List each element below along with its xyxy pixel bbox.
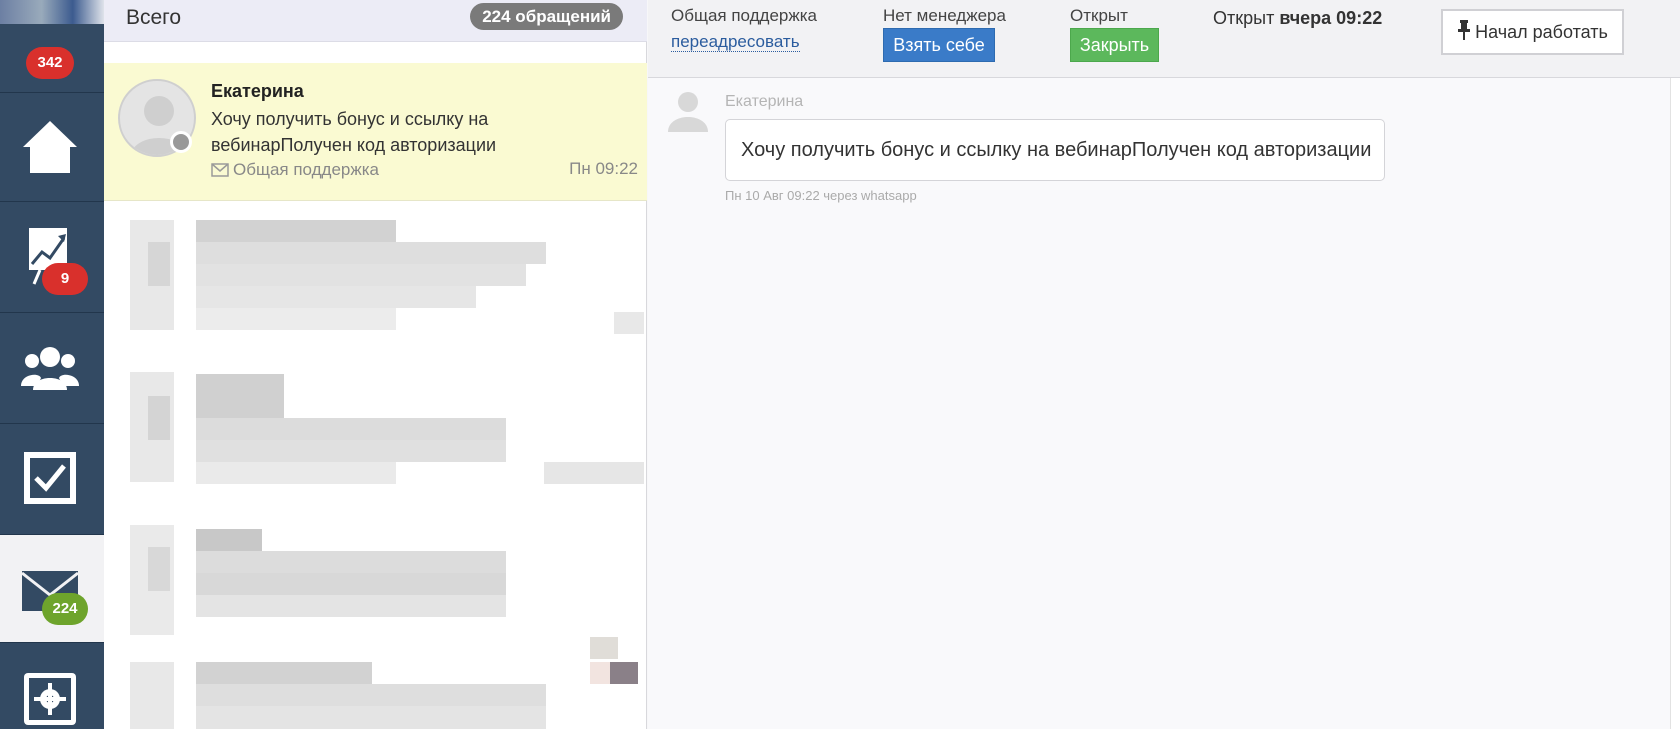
conversation-list-panel: Всего 224 обращений Екатерина Хочу получ… xyxy=(104,0,647,729)
opened-prefix: Открыт xyxy=(1213,8,1275,28)
nav-analytics[interactable] xyxy=(0,202,104,312)
offline-status-dot xyxy=(170,131,192,153)
conversation-item-redacted[interactable] xyxy=(104,652,647,729)
close-conversation-button[interactable]: Закрыть xyxy=(1070,28,1159,62)
redirect-link[interactable]: переадресовать xyxy=(671,32,800,52)
message-author: Екатерина xyxy=(725,93,804,110)
conversation-toolbar: Общая поддержка переадресовать Нет менед… xyxy=(648,0,1680,78)
message-bubble: Хочу получить бонус и ссылку на вебинарП… xyxy=(725,119,1385,181)
start-work-label: Начал работать xyxy=(1475,22,1608,42)
department-label: Общая поддержка xyxy=(671,6,818,25)
nav-inbox[interactable] xyxy=(0,535,104,642)
opened-timestamp: вчера 09:22 xyxy=(1279,8,1383,28)
nav-home[interactable] xyxy=(0,93,104,201)
list-title: Всего xyxy=(126,6,182,29)
conversation-preview: Хочу получить бонус и ссылку на вебинарП… xyxy=(211,109,497,155)
users-icon xyxy=(21,347,79,390)
tasks-icon xyxy=(24,452,76,504)
conversation-detail-panel: Общая поддержка переадресовать Нет менед… xyxy=(648,0,1680,729)
settings-icon xyxy=(24,673,76,725)
pin-icon xyxy=(1458,20,1471,40)
user-avatar[interactable] xyxy=(0,0,104,24)
scrollbar[interactable] xyxy=(1670,78,1680,729)
analytics-badge[interactable]: 9 xyxy=(42,263,88,295)
notifications-badge[interactable]: 342 xyxy=(26,47,74,79)
conversation-item-active[interactable]: Екатерина Хочу получить бонус и ссылку н… xyxy=(104,63,647,201)
message-avatar-icon xyxy=(668,92,708,132)
home-icon xyxy=(23,121,77,173)
list-header: Всего 224 обращений xyxy=(104,0,647,42)
take-conversation-button[interactable]: Взять себе xyxy=(883,28,995,62)
manager-label: Нет менеджера xyxy=(883,6,1006,25)
conversation-time: Пн 09:22 xyxy=(569,159,638,178)
conversation-item-redacted[interactable] xyxy=(104,507,647,659)
message-meta: Пн 10 Авг 09:22 через whatsapp xyxy=(725,188,917,203)
conversation-count-badge: 224 обращений xyxy=(470,3,623,30)
conversation-channel: Общая поддержка xyxy=(211,160,379,180)
channel-label: Общая поддержка xyxy=(233,160,380,179)
conversation-item-redacted[interactable] xyxy=(104,202,647,352)
start-work-button[interactable]: Начал работать xyxy=(1441,9,1624,55)
envelope-icon xyxy=(211,163,229,177)
inbox-badge[interactable]: 224 xyxy=(42,593,88,625)
nav-settings[interactable] xyxy=(0,643,104,729)
nav-tasks[interactable] xyxy=(0,424,104,534)
opened-time: Открыт вчера 09:22 xyxy=(1213,8,1382,29)
contact-name: Екатерина xyxy=(211,81,304,101)
main-navigation: 342 9 224 xyxy=(0,0,104,729)
nav-clients[interactable] xyxy=(0,313,104,423)
status-label: Открыт xyxy=(1070,6,1128,25)
conversation-item-redacted[interactable] xyxy=(104,352,647,507)
